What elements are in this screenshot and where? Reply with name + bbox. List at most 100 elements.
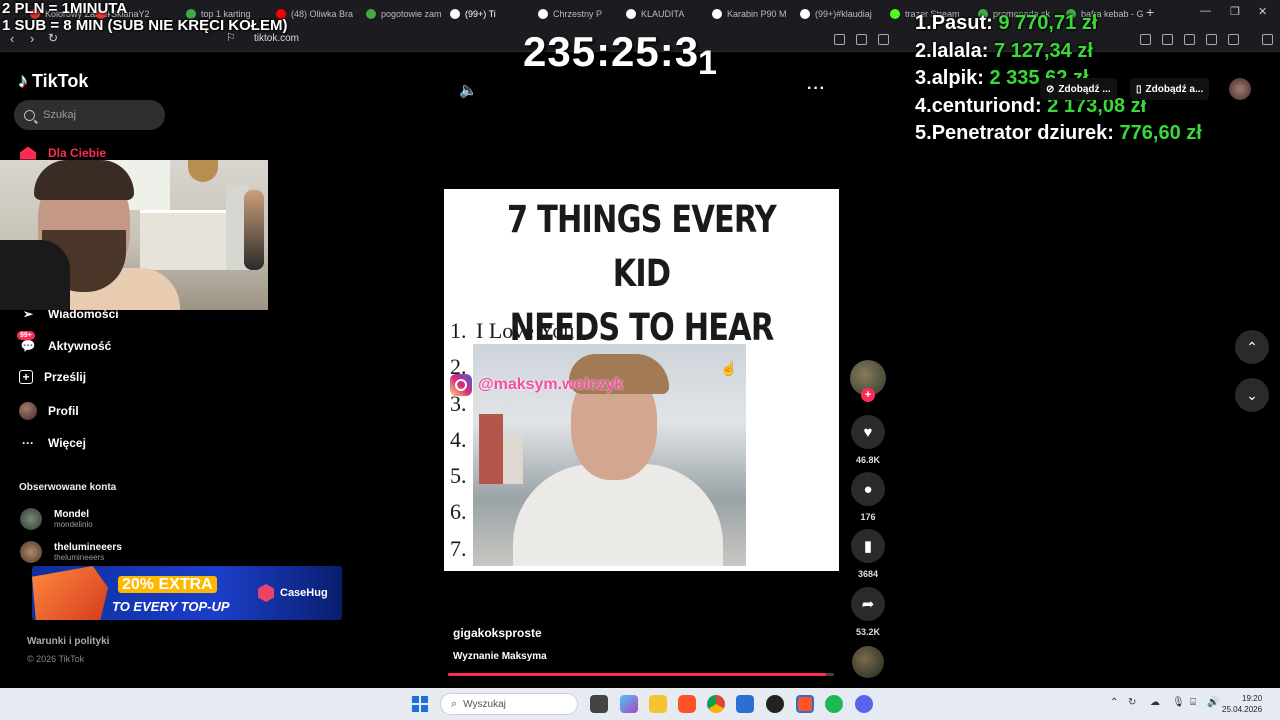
activity-badge: 99+ — [17, 331, 35, 340]
leaderboard-rank: 4. — [915, 94, 932, 117]
music-disc-icon[interactable] — [852, 646, 884, 678]
brave-active-icon[interactable] — [796, 695, 814, 713]
search-input[interactable]: Szukaj — [14, 100, 165, 130]
task-view-icon[interactable] — [590, 695, 608, 713]
heart-icon: ♥ — [851, 415, 885, 449]
video-progress-bar[interactable] — [448, 673, 834, 676]
ai-icon[interactable] — [1206, 34, 1217, 45]
nav-upload[interactable]: + Prześlij — [19, 370, 86, 384]
menu-icon[interactable] — [1262, 34, 1273, 45]
ad-headline: 20% EXTRA — [118, 576, 217, 594]
user-avatar[interactable] — [1229, 78, 1251, 100]
comment-icon: ● — [851, 472, 885, 506]
tab-favicon-icon — [626, 9, 636, 19]
account-name: thelumineeers — [54, 542, 122, 553]
browser-tab[interactable]: (99+) Ti — [450, 4, 530, 24]
obs-icon[interactable] — [766, 695, 784, 713]
scroll-up-button[interactable]: ⌃ — [1235, 330, 1269, 364]
leaderboard-amount: 7 127,34 zł — [993, 39, 1093, 62]
more-options-icon[interactable]: ··· — [807, 80, 826, 98]
donation-rate-text: 2 PLN = 1MINUTA — [2, 0, 128, 17]
tab-label: (99+) Ti — [465, 9, 496, 19]
follow-plus-icon[interactable]: + — [861, 388, 875, 402]
nav-upload-label: Prześlij — [44, 370, 87, 384]
comment-button[interactable]: ● 176 — [850, 472, 886, 522]
tiktok-logo[interactable]: ♪ TikTok — [18, 70, 88, 93]
get-app-button[interactable]: ▯ Zdobądź a... — [1130, 78, 1210, 100]
account-name: Mondel — [54, 509, 89, 520]
shield-icon[interactable] — [1228, 34, 1239, 45]
save-button[interactable]: ▮ 3684 — [850, 529, 886, 579]
speaker-icon[interactable]: 🔊 — [1207, 697, 1219, 708]
more-dots-icon: ··· — [22, 436, 34, 450]
browser-tab[interactable]: KLAUDITA — [626, 4, 706, 24]
browser-tab[interactable]: Chrzestny P — [538, 4, 618, 24]
list-number: 6. — [450, 499, 467, 525]
share-button[interactable]: ➦ 53.2K — [850, 587, 886, 637]
zoom-icon[interactable] — [878, 34, 889, 45]
discord-icon[interactable] — [855, 695, 873, 713]
search-icon — [24, 109, 35, 121]
spotify-icon[interactable] — [825, 695, 843, 713]
streamer-webcam — [0, 160, 268, 310]
translate-icon[interactable] — [856, 34, 867, 45]
comment-count: 176 — [860, 512, 876, 522]
link-icon: ⊘ — [1046, 83, 1055, 95]
chrome-icon[interactable] — [707, 695, 725, 713]
video-player[interactable]: 7 THINGS EVERY KID NEEDS TO HEAR 1. 2. 3. 4… — [444, 189, 839, 571]
chevron-down-icon: ⌄ — [1246, 386, 1258, 403]
browser-tab[interactable]: (99+)#klaudiaj — [800, 4, 880, 24]
leaderboard-row: 5.Penetrator dziurek: 776,60 zł — [915, 120, 1202, 148]
logo-text: TikTok — [32, 71, 89, 91]
like-count: 46.8K — [855, 455, 881, 465]
get-button[interactable]: ⊘ Zdobądź ... — [1040, 78, 1117, 100]
leaderboard-name: centuriond: — [931, 94, 1042, 117]
search-icon: ⌕ — [451, 697, 458, 710]
scroll-down-button[interactable]: ⌄ — [1235, 378, 1269, 412]
casehug-ad-banner[interactable]: 20% EXTRA TO EVERY TOP-UP CaseHug — [32, 566, 342, 620]
taskbar-clock[interactable]: 19:20 25.04.2026 — [1222, 693, 1262, 715]
copilot-icon[interactable] — [620, 695, 638, 713]
microphone-icon[interactable]: 🎙 — [1172, 697, 1185, 708]
taskbar-search[interactable]: ⌕ Wyszukaj — [440, 693, 578, 715]
windows-taskbar: ⌕ Wyszukaj ⌃ ↻ ☁ 🎙 ⌸ 🔊 19:20 25.04.2026 — [0, 688, 1280, 720]
get-button-label: Zdobądź ... — [1058, 83, 1111, 95]
share-icon: ➦ — [851, 587, 885, 621]
tray-chevron-icon[interactable]: ⌃ — [1110, 697, 1118, 708]
copyright-text: © 2026 TikTok — [27, 654, 85, 664]
list-number: 5. — [450, 463, 467, 489]
nav-profile-label: Profil — [48, 404, 79, 418]
nav-activity[interactable]: 99+ 💬 Aktywność — [17, 331, 111, 355]
volume-icon[interactable]: 🔈 — [459, 81, 478, 99]
close-window-button[interactable]: ✕ — [1258, 5, 1267, 18]
like-button[interactable]: ♥ 46.8K — [850, 415, 886, 465]
start-button[interactable] — [412, 696, 428, 712]
profile-avatar — [19, 402, 37, 420]
tab-favicon-icon — [712, 9, 722, 19]
ad-brand: CaseHug — [258, 584, 328, 602]
account-handle: thelumineeers — [54, 553, 105, 562]
followed-account[interactable]: thelumineeers thelumineeers — [20, 541, 122, 563]
video-author[interactable]: gigakoksproste — [453, 626, 542, 640]
nav-profile[interactable]: Profil — [19, 402, 79, 420]
browser-tab[interactable]: pogotowie zam — [366, 4, 446, 24]
brave-icon[interactable] — [678, 695, 696, 713]
list-number: 7. — [450, 535, 467, 561]
network-icon[interactable]: ⌸ — [1190, 697, 1196, 708]
extension-icon[interactable] — [834, 34, 845, 45]
url-field[interactable]: tiktok.com — [254, 33, 299, 44]
store-icon[interactable] — [736, 695, 754, 713]
followed-account[interactable]: Mondel mondelinio — [20, 508, 93, 530]
progress-fill — [448, 673, 827, 676]
file-explorer-icon[interactable] — [649, 695, 667, 713]
browser-tab[interactable]: Karabin P90 M — [712, 4, 792, 24]
nav-more[interactable]: ··· Więcej — [19, 434, 86, 452]
leaderboard-rank: 1. — [915, 12, 932, 34]
maximize-button[interactable]: ❐ — [1230, 5, 1240, 18]
sync-icon[interactable]: ↻ — [1128, 697, 1136, 708]
followed-accounts-title: Obserwowane konta — [19, 482, 117, 493]
browser-tab[interactable]: (48) Oliwka Bra — [276, 4, 356, 24]
nav-more-label: Więcej — [48, 436, 86, 450]
terms-link[interactable]: Warunki i polityki — [27, 636, 109, 647]
cloud-icon[interactable]: ☁ — [1150, 697, 1160, 708]
